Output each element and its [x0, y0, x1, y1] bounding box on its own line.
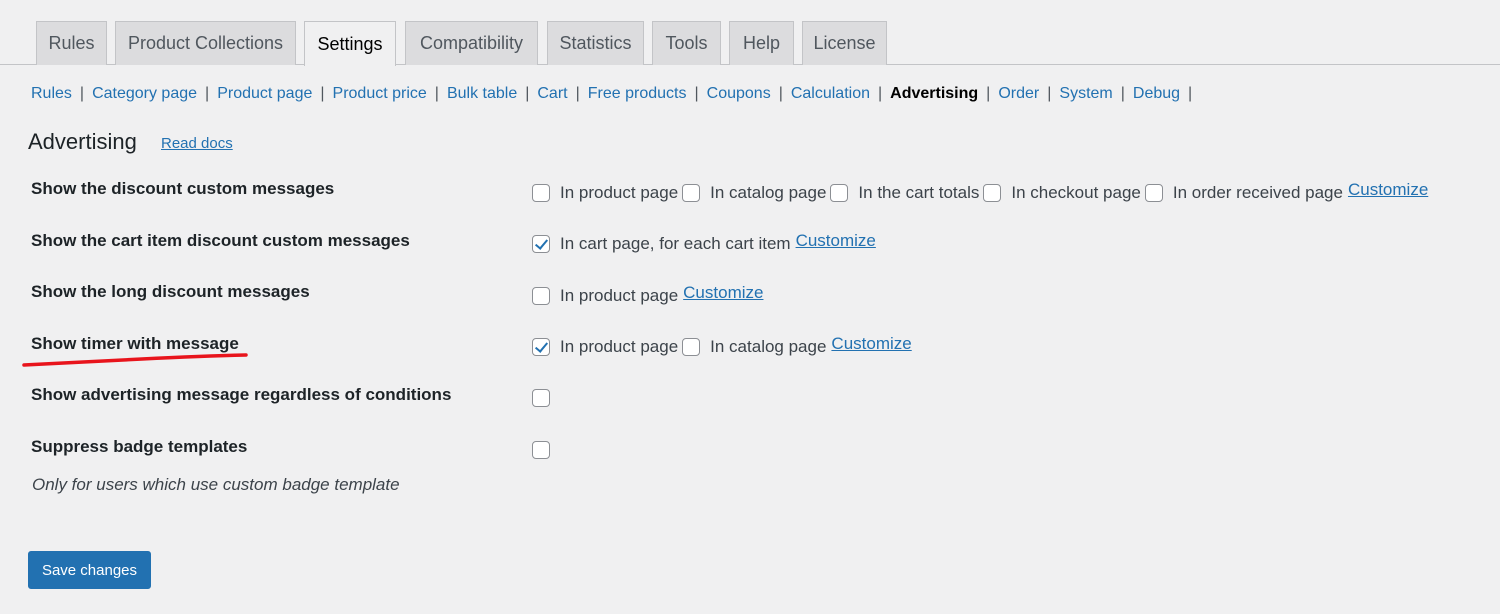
subnav-separator: | — [79, 85, 85, 102]
settings-tabs: Rules Product Collections Settings Compa… — [0, 0, 1500, 66]
cart-item-messages-cart-page-checkbox[interactable] — [532, 235, 550, 253]
subnav-coupons[interactable]: Coupons — [707, 85, 771, 103]
subnav-separator: | — [434, 85, 439, 102]
timer-message-catalog-page-checkbox[interactable] — [682, 338, 701, 356]
discount-messages-order-received-checkbox[interactable] — [1144, 184, 1163, 202]
subnav-category-page[interactable]: Category page — [92, 85, 197, 103]
cart-item-messages-customize-link[interactable]: Customize — [796, 231, 876, 251]
subnav-separator: | — [878, 85, 883, 102]
timer-message-product-page-checkbox[interactable] — [532, 338, 550, 356]
subnav-separator: | — [320, 85, 325, 102]
tab-rules[interactable]: Rules — [36, 21, 107, 65]
subnav-separator: | — [1120, 85, 1125, 102]
subnav-product-price[interactable]: Product price — [333, 85, 427, 103]
subnav-separator: | — [525, 85, 530, 102]
option-label: In order received page — [1172, 183, 1343, 202]
option-label: In checkout page — [1011, 183, 1141, 202]
discount-messages-options: In product page In catalog page In the c… — [532, 180, 1428, 204]
subnav-separator: | — [1188, 85, 1193, 102]
discount-messages-cart-totals-checkbox[interactable] — [830, 184, 849, 202]
long-messages-label: Show the long discount messages — [31, 282, 310, 301]
option-label: In catalog page — [710, 337, 827, 356]
subnav-separator: | — [986, 85, 991, 102]
subnav-cart[interactable]: Cart — [537, 85, 567, 103]
option-label: In the cart totals — [858, 183, 980, 202]
option-label: In product page — [560, 286, 679, 305]
subnav-separator: | — [205, 85, 210, 102]
long-messages-customize-link[interactable]: Customize — [683, 283, 763, 303]
subnav-rules[interactable]: Rules — [31, 85, 72, 103]
tab-statistics[interactable]: Statistics — [547, 21, 644, 65]
subnav-separator: | — [1047, 85, 1052, 102]
subnav-bulk-table[interactable]: Bulk table — [447, 85, 517, 103]
option-label: In product page — [560, 183, 679, 202]
discount-messages-customize-link[interactable]: Customize — [1348, 180, 1428, 200]
tab-tools[interactable]: Tools — [652, 21, 721, 65]
tab-compatibility[interactable]: Compatibility — [405, 21, 538, 65]
long-messages-options: In product page Customize — [532, 283, 763, 307]
tab-license[interactable]: License — [802, 21, 887, 65]
tab-product-collections[interactable]: Product Collections — [115, 21, 296, 65]
save-changes-button[interactable]: Save changes — [28, 551, 151, 589]
tab-help[interactable]: Help — [729, 21, 794, 65]
suppress-badge-options — [532, 439, 560, 461]
discount-messages-product-page-checkbox[interactable] — [532, 184, 550, 202]
subnav-debug[interactable]: Debug — [1133, 85, 1180, 103]
subnav-product-page[interactable]: Product page — [217, 85, 312, 103]
subnav-advertising[interactable]: Advertising — [890, 85, 978, 103]
discount-messages-label: Show the discount custom messages — [31, 179, 335, 198]
subnav-separator: | — [778, 85, 783, 102]
suppress-badge-label: Suppress badge templates — [31, 437, 248, 456]
advertising-regardless-checkbox[interactable] — [532, 389, 550, 407]
subnav-order[interactable]: Order — [998, 85, 1039, 103]
settings-subnav: Rules | Category page | Product page | Prod… — [31, 84, 1200, 104]
tab-settings[interactable]: Settings — [304, 21, 396, 66]
subnav-calculation[interactable]: Calculation — [791, 85, 870, 103]
advertising-regardless-options — [532, 387, 560, 409]
discount-messages-checkout-page-checkbox[interactable] — [983, 184, 1002, 202]
subnav-separator: | — [575, 85, 580, 102]
cart-item-messages-label: Show the cart item discount custom messa… — [31, 231, 410, 250]
advertising-regardless-label: Show advertising message regardless of c… — [31, 385, 452, 404]
suppress-badge-description: Only for users which use custom badge te… — [32, 475, 400, 494]
subnav-free-products[interactable]: Free products — [588, 85, 687, 103]
long-messages-product-page-checkbox[interactable] — [532, 287, 550, 305]
discount-messages-catalog-page-checkbox[interactable] — [682, 184, 701, 202]
subnav-system[interactable]: System — [1059, 85, 1112, 103]
read-docs-link[interactable]: Read docs — [161, 135, 233, 152]
timer-message-customize-link[interactable]: Customize — [831, 334, 911, 354]
subnav-separator: | — [694, 85, 699, 102]
red-underline-annotation — [22, 353, 248, 367]
option-label: In catalog page — [710, 183, 827, 202]
timer-message-options: In product page In catalog page Customiz… — [532, 334, 912, 358]
suppress-badge-checkbox[interactable] — [532, 441, 550, 459]
option-label: In cart page, for each cart item — [560, 234, 791, 253]
section-title: Advertising — [28, 129, 137, 154]
cart-item-messages-options: In cart page, for each cart item Customi… — [532, 231, 876, 255]
option-label: In product page — [560, 337, 679, 356]
